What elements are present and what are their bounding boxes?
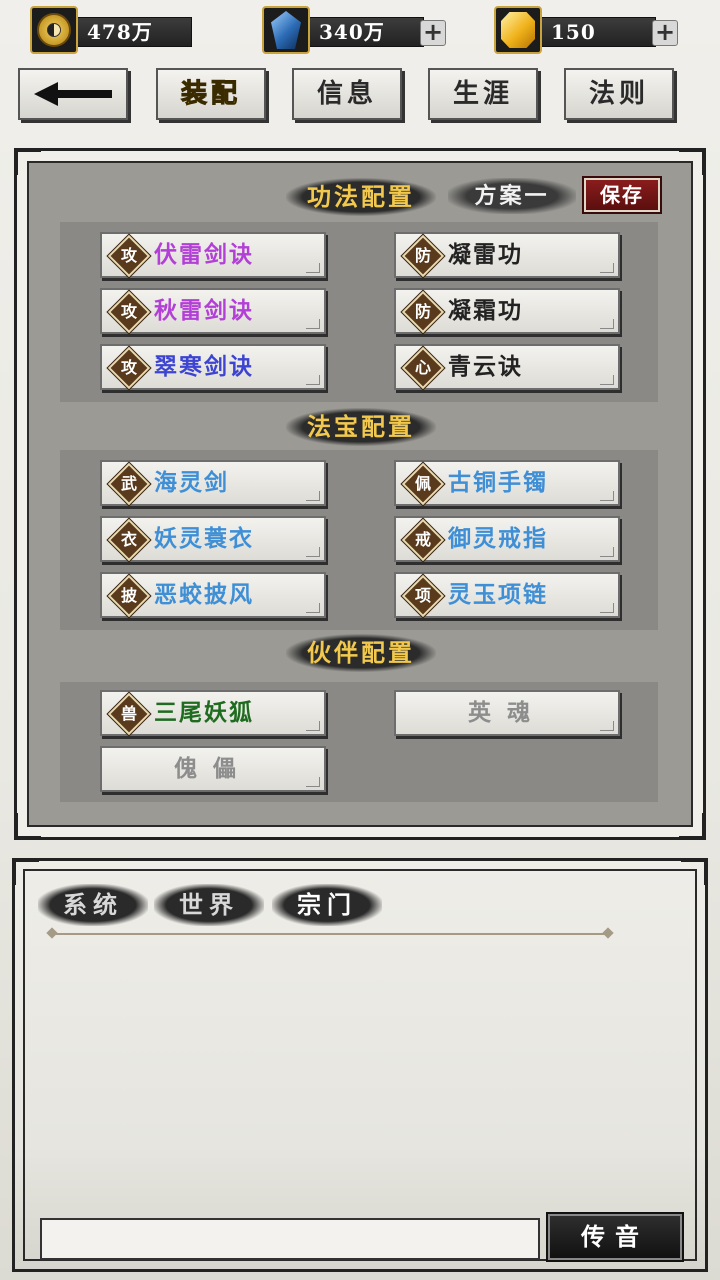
corner-flourish [306, 603, 320, 613]
slot-item-name: 伏雷剑诀 [154, 241, 254, 268]
skill-slot-6[interactable]: 心 青云诀 [394, 344, 620, 391]
slot-badge-label: 披 [120, 586, 137, 605]
spirit-crystal-icon [262, 6, 310, 54]
corner-flourish [600, 375, 614, 385]
crystals-currency: 340万 + [262, 6, 450, 54]
slot-item-name: 翠寒剑诀 [154, 353, 254, 380]
corner-flourish [306, 777, 320, 787]
slot-item-name: 秋雷剑诀 [154, 297, 254, 324]
corner-flourish [600, 263, 614, 273]
corner-flourish [306, 263, 320, 273]
companion-slot-puppet[interactable]: 傀儡 [100, 746, 326, 792]
slot-badge-label: 戒 [414, 530, 431, 549]
coin-icon [30, 6, 78, 54]
empty-slot-label: 傀儡 [174, 755, 252, 782]
slot-item-name: 灵玉项链 [448, 581, 548, 608]
gold-currency: 150 + [494, 6, 682, 54]
corner-flourish [306, 721, 320, 731]
slot-item-name: 青云诀 [448, 353, 523, 380]
crystals-value: 340万 [306, 17, 424, 47]
corner-flourish [306, 491, 320, 501]
slot-item-name: 妖灵蓑衣 [154, 525, 254, 552]
slot-item-name: 海灵剑 [154, 469, 229, 496]
coins-value: 478万 [74, 17, 192, 47]
slot-badge-label: 攻 [120, 246, 137, 265]
frame-corner [679, 813, 705, 839]
chat-input[interactable] [40, 1218, 540, 1260]
treasure-slot-weapon[interactable]: 武 海灵剑 [100, 460, 326, 507]
slot-badge-label: 心 [414, 358, 431, 377]
send-message-button[interactable]: 传音 [546, 1212, 684, 1262]
skills-section-title: 功法配置 [286, 178, 436, 216]
empty-slot-label: 英魂 [468, 699, 546, 726]
tab-rules[interactable]: 法则 [564, 68, 674, 120]
companions-section-title: 伙伴配置 [286, 634, 436, 672]
slot-badge-label: 武 [120, 474, 137, 493]
skill-slot-1[interactable]: 攻 伏雷剑诀 [100, 232, 326, 279]
save-button[interactable]: 保存 [582, 176, 662, 214]
slot-item-name: 三尾妖狐 [154, 699, 254, 726]
slot-badge-label: 衣 [120, 530, 137, 549]
frame-corner [679, 149, 705, 175]
slot-badge-label: 防 [414, 246, 431, 265]
coins-currency: 478万 [30, 6, 192, 54]
slot-badge-label: 攻 [120, 358, 137, 377]
corner-flourish [306, 375, 320, 385]
treasure-slot-cloak[interactable]: 披 恶蛟披风 [100, 572, 326, 619]
gold-value: 150 [538, 17, 656, 47]
tab-world[interactable]: 世界 [154, 884, 264, 926]
corner-flourish [306, 319, 320, 329]
slot-badge-label: 兽 [120, 704, 137, 723]
chat-panel-inner [23, 869, 697, 1261]
slot-item-name: 御灵戒指 [448, 525, 548, 552]
companion-slot-beast[interactable]: 兽 三尾妖狐 [100, 690, 326, 737]
tab-info[interactable]: 信息 [292, 68, 402, 120]
slot-badge-label: 攻 [120, 302, 137, 321]
companion-slot-spirit[interactable]: 英魂 [394, 690, 620, 736]
treasures-section-title: 法宝配置 [286, 408, 436, 446]
slot-badge-label: 项 [414, 586, 431, 605]
add-crystals-button[interactable]: + [420, 20, 446, 46]
divider [52, 933, 608, 935]
corner-flourish [600, 721, 614, 731]
skill-slot-2[interactable]: 防 凝雷功 [394, 232, 620, 279]
slot-item-name: 凝雷功 [448, 241, 523, 268]
corner-flourish [306, 547, 320, 557]
frame-corner [15, 813, 41, 839]
gold-ingot-icon [494, 6, 542, 54]
tab-sect[interactable]: 宗门 [272, 884, 382, 926]
tab-system[interactable]: 系统 [38, 884, 148, 926]
corner-flourish [600, 491, 614, 501]
treasure-slot-robe[interactable]: 衣 妖灵蓑衣 [100, 516, 326, 563]
back-arrow-icon [34, 82, 112, 106]
skill-slot-5[interactable]: 攻 翠寒剑诀 [100, 344, 326, 391]
add-gold-button[interactable]: + [652, 20, 678, 46]
corner-flourish [600, 547, 614, 557]
slot-item-name: 恶蛟披风 [154, 581, 254, 608]
tab-career[interactable]: 生涯 [428, 68, 538, 120]
treasure-slot-ring[interactable]: 戒 御灵戒指 [394, 516, 620, 563]
frame-corner [681, 859, 707, 885]
back-button[interactable] [18, 68, 128, 120]
frame-corner [15, 149, 41, 175]
corner-flourish [600, 319, 614, 329]
slot-badge-label: 佩 [414, 474, 431, 493]
slot-item-name: 古铜手镯 [448, 469, 548, 496]
slot-badge-label: 防 [414, 302, 431, 321]
frame-corner [13, 859, 39, 885]
corner-flourish [600, 603, 614, 613]
tab-equip[interactable]: 装配 [156, 68, 266, 120]
treasure-slot-necklace[interactable]: 项 灵玉项链 [394, 572, 620, 619]
treasure-slot-bracelet[interactable]: 佩 古铜手镯 [394, 460, 620, 507]
slot-item-name: 凝霜功 [448, 297, 523, 324]
skill-slot-3[interactable]: 攻 秋雷剑诀 [100, 288, 326, 335]
plan-selector[interactable]: 方案一 [448, 178, 576, 214]
skill-slot-4[interactable]: 防 凝霜功 [394, 288, 620, 335]
